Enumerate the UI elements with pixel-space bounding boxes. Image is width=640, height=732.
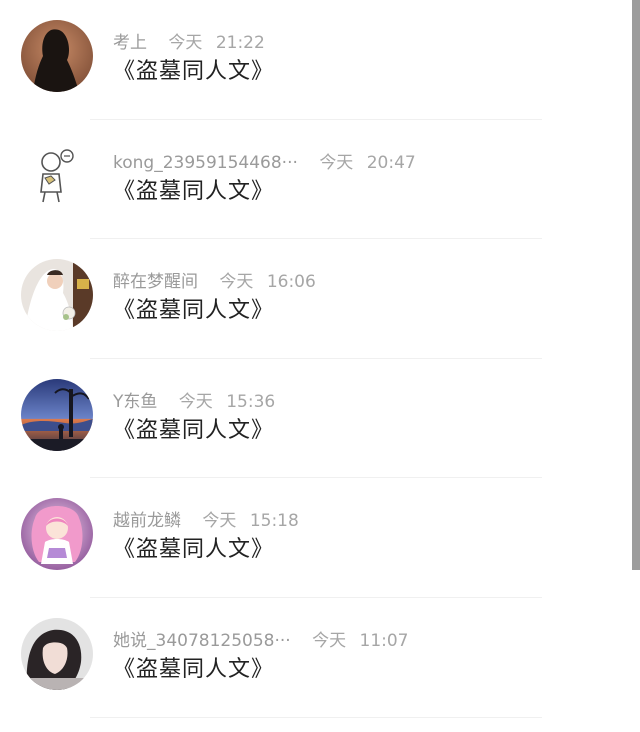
time-label: 11:07 — [359, 630, 409, 651]
comment-text: 《盗墓同人文》 — [113, 298, 275, 324]
comment-list: 考上 今天 21:22 《盗墓同人文》 kong_23959154468··· … — [0, 0, 632, 718]
comment-meta: 越前龙鳞 今天 15:18 — [113, 510, 299, 532]
avatar[interactable] — [21, 259, 93, 332]
bride-photo-avatar-icon — [21, 259, 93, 332]
date-label: 今天 — [202, 511, 237, 532]
date-label: 今天 — [178, 391, 213, 412]
time-label: 15:36 — [226, 391, 276, 412]
username[interactable]: 越前龙鳞 — [113, 510, 181, 532]
time-label: 16:06 — [266, 272, 316, 293]
silhouette-avatar-icon — [21, 20, 93, 92]
comment-meta: 考上 今天 21:22 — [113, 32, 265, 54]
girl-photo-avatar-icon — [21, 617, 93, 690]
date-label: 今天 — [319, 152, 354, 173]
time-label: 15:18 — [249, 511, 299, 532]
comment-meta: kong_23959154468··· 今天 20:47 — [113, 152, 416, 174]
comment-text: 《盗墓同人文》 — [113, 537, 275, 563]
comment-item[interactable]: 考上 今天 21:22 《盗墓同人文》 — [0, 0, 632, 120]
comment-text: 《盗墓同人文》 — [113, 656, 275, 682]
comment-meta: Y东鱼 今天 15:36 — [113, 391, 275, 413]
night-scene-avatar-icon — [21, 378, 93, 451]
comment-meta: 醉在梦醒间 今天 16:06 — [113, 271, 316, 293]
comment-text: 《盗墓同人文》 — [113, 417, 275, 443]
comment-item[interactable]: Y东鱼 今天 15:36 《盗墓同人文》 — [0, 359, 632, 479]
time-label: 20:47 — [366, 152, 416, 173]
username[interactable]: Y东鱼 — [113, 391, 157, 413]
date-label: 今天 — [312, 630, 347, 651]
comment-text: 《盗墓同人文》 — [113, 59, 275, 84]
date-label: 今天 — [168, 33, 203, 53]
username[interactable]: 醉在梦醒间 — [113, 271, 198, 293]
comment-meta: 她说_34078125058··· 今天 11:07 — [113, 630, 409, 652]
comment-item[interactable]: 越前龙鳞 今天 15:18 《盗墓同人文》 — [0, 478, 632, 598]
username[interactable]: 考上 — [113, 32, 147, 54]
avatar[interactable] — [21, 378, 93, 451]
avatar[interactable] — [21, 20, 93, 92]
date-label: 今天 — [219, 272, 254, 293]
comment-text: 《盗墓同人文》 — [113, 178, 275, 204]
avatar[interactable] — [21, 617, 93, 690]
divider — [90, 716, 542, 718]
time-label: 21:22 — [215, 33, 265, 53]
avatar[interactable] — [21, 139, 93, 212]
comment-item[interactable]: 醉在梦醒间 今天 16:06 《盗墓同人文》 — [0, 239, 632, 359]
anime-girl-avatar-icon — [21, 498, 93, 571]
comment-item[interactable]: kong_23959154468··· 今天 20:47 《盗墓同人文》 — [0, 120, 632, 240]
username[interactable]: 她说_34078125058··· — [113, 630, 291, 652]
avatar[interactable] — [21, 498, 93, 571]
sketch-figure-avatar-icon — [21, 139, 93, 212]
comment-item[interactable]: 她说_34078125058··· 今天 11:07 《盗墓同人文》 — [0, 598, 632, 718]
username[interactable]: kong_23959154468··· — [113, 152, 298, 174]
scrollbar[interactable] — [632, 0, 640, 570]
